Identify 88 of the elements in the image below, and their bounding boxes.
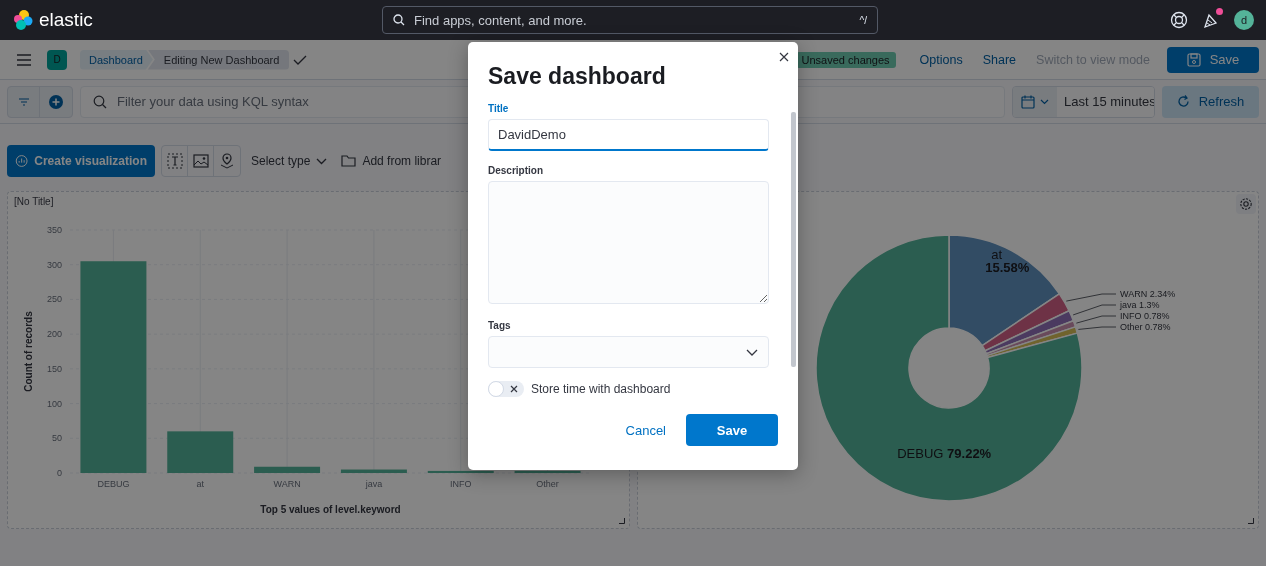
axis-category-label: Other (536, 479, 559, 489)
filter-icon (18, 97, 29, 106)
leader-line (1078, 326, 1117, 330)
leader-line (1075, 315, 1117, 324)
axis-tick-label: 300 (46, 259, 62, 270)
map-pin-icon (220, 153, 234, 169)
axis-category-label: java (365, 479, 383, 489)
folder-icon (341, 155, 357, 167)
toggle-switch[interactable] (488, 381, 524, 397)
logo-text[interactable]: elastic (39, 9, 93, 31)
header-link[interactable]: Share (982, 52, 1017, 67)
slice-label: DEBUG 79.22% (897, 446, 992, 462)
dialog-title: Save dashboard (488, 62, 667, 91)
slice-label: INFO 0.78% (1120, 311, 1170, 321)
donut-slice[interactable] (981, 293, 1070, 352)
header-link[interactable]: Options (919, 52, 963, 67)
axis-tick-label: 350 (46, 225, 62, 235)
chart-icon (15, 153, 29, 169)
image-icon (192, 154, 209, 168)
axis-category-label: DEBUG (97, 479, 130, 489)
axis-title: Count of records (23, 311, 34, 392)
bar[interactable] (514, 470, 581, 473)
axis-tick-label: 100 (46, 398, 62, 409)
menu-icon[interactable] (16, 52, 32, 67)
news-icon[interactable] (1202, 11, 1220, 29)
chevron-icon (1040, 98, 1049, 105)
save-button[interactable]: Save (686, 414, 778, 446)
title-field[interactable]: DavidDemo (488, 119, 769, 151)
donut-slice[interactable] (815, 234, 1083, 502)
axis-tick-label: 0 (57, 468, 62, 478)
plus-icon (49, 94, 63, 109)
axis-tick-label: 250 (46, 294, 62, 305)
axis-category-label: WARN (273, 479, 301, 489)
quick-select-button[interactable] (1013, 86, 1057, 117)
slice-label: WARN 2.34% (1120, 289, 1176, 299)
field-label: Tags (488, 320, 512, 331)
settings-icon (1239, 197, 1253, 211)
axis-category-label: at (196, 479, 204, 489)
slice-label: java 1.3% (1120, 300, 1160, 310)
slice-label: Other 0.78% (1120, 322, 1171, 332)
axis-category-label: INFO (450, 479, 472, 489)
save-button[interactable]: Save (1167, 46, 1259, 73)
tags-field[interactable] (488, 336, 769, 368)
create-visualization-button[interactable]: Create visualization (7, 145, 155, 177)
toggle-label: Store time with dashboard (531, 382, 671, 396)
shortcut-hint: ^/ (859, 14, 867, 26)
resize-handle-icon[interactable] (619, 518, 625, 524)
scrollbar[interactable] (791, 112, 796, 367)
breadcrumb[interactable]: Editing New Dashboard (147, 49, 290, 70)
axis-tick-label: 150 (46, 363, 62, 374)
description-field[interactable] (488, 181, 769, 304)
logo-icon[interactable] (12, 9, 34, 31)
search-icon (93, 94, 107, 109)
bar[interactable] (340, 469, 407, 473)
cross-icon (510, 385, 518, 393)
refresh-button[interactable]: Refresh (1162, 85, 1259, 118)
leader-line (1065, 293, 1117, 302)
search-icon (393, 14, 405, 26)
slice-label: at 15.58% (985, 247, 1030, 276)
calendar-icon (1021, 94, 1035, 109)
close-icon (779, 52, 789, 62)
leader-line (1072, 304, 1117, 316)
refresh-icon (1176, 95, 1190, 108)
user-avatar[interactable]: d (1234, 10, 1254, 30)
breadcrumb[interactable]: Dashboard (80, 49, 153, 70)
status-badge: Unsaved changes (795, 51, 896, 68)
cancel-button[interactable]: Cancel (625, 422, 666, 438)
global-search-field[interactable]: Find apps, content, and more. ^/ (382, 6, 878, 34)
settings-button[interactable] (1236, 194, 1256, 214)
bar[interactable] (254, 466, 321, 473)
bar[interactable] (427, 470, 494, 473)
save-icon (1186, 52, 1201, 67)
field-label: Description (488, 165, 544, 176)
close-button[interactable] (778, 51, 790, 63)
chevron-icon (746, 348, 758, 356)
axis-title: Top 5 values of level.keyword (260, 504, 401, 515)
axis-tick-label: 200 (46, 329, 62, 340)
check-icon[interactable] (293, 53, 308, 66)
panel-title: [No Title] (14, 196, 54, 207)
donut-slice[interactable] (948, 234, 1061, 347)
text-icon (166, 153, 183, 169)
add-from-library-button[interactable]: Add from librar (337, 145, 446, 177)
help-icon[interactable] (1170, 11, 1188, 29)
chevron-icon (316, 157, 328, 165)
resize-handle-icon[interactable] (1248, 518, 1254, 524)
select-type-button[interactable]: Select type (247, 145, 332, 177)
axis-tick-label: 50 (52, 433, 62, 444)
field-label: Title (488, 103, 510, 114)
